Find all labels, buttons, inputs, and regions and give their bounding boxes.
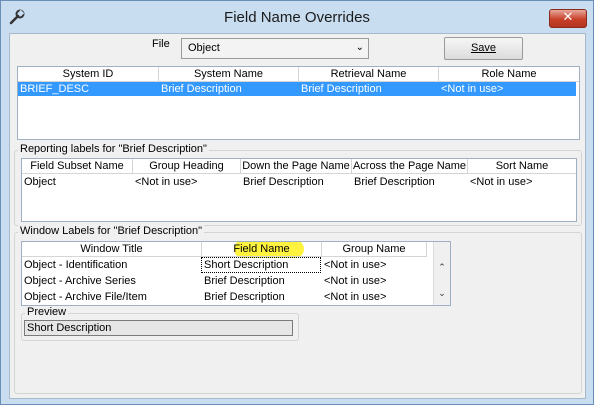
window-labels-group: Window Labels for "Brief Description" Wi… [14,225,582,394]
table-row[interactable]: BRIEF_DESC Brief Description Brief Descr… [18,82,576,96]
column-header-system-name[interactable]: System Name [159,67,299,82]
vertical-scrollbar[interactable]: ⌃ ⌄ [433,242,450,305]
save-button[interactable]: Save [444,37,523,60]
cell-window-title: Object - Archive File/Item [24,291,147,303]
reporting-labels-grid[interactable]: Field Subset Name Group Heading Down the… [21,158,577,222]
cell-retrieval-name: Brief Description [301,83,382,95]
scroll-up-icon[interactable]: ⌃ [434,262,450,273]
file-select[interactable]: Object ⌄ [181,38,369,59]
reporting-labels-group: Reporting labels for "Brief Description"… [14,143,582,226]
table-row[interactable]: Object - Identification Short Descriptio… [22,257,432,273]
cell-across-the-page: Brief Description [354,176,435,188]
save-button-label: Save [470,42,497,54]
cell-system-name: Brief Description [161,83,242,95]
column-header-group-name[interactable]: Group Name [322,242,427,257]
column-header-group-heading[interactable]: Group Heading [133,159,241,174]
table-row[interactable]: Object - Archive File/Item Brief Descrip… [22,290,432,304]
cell-field-name-editing[interactable]: Short Description [201,257,321,273]
table-row[interactable]: Object - Archive Series Brief Descriptio… [22,274,432,288]
column-header-sort-name[interactable]: Sort Name [468,159,576,174]
column-header-across-the-page[interactable]: Across the Page Name [352,159,468,174]
cell-window-title: Object - Archive Series [24,275,136,287]
dialog-client-area: File Object ⌄ Save System ID System Name… [9,33,586,399]
preview-field: Short Description [24,320,293,336]
window-labels-grid[interactable]: Window Title Field Name Group Name Objec… [21,241,451,306]
cell-group-heading: <Not in use> [135,176,198,188]
close-icon: ✕ [562,10,574,25]
cell-window-title: Object - Identification [24,259,128,271]
cell-sort-name: <Not in use> [470,176,533,188]
cell-field-subset: Object [24,176,56,188]
chevron-down-icon: ⌄ [355,42,364,53]
preview-label: Preview [25,306,69,318]
close-button[interactable]: ✕ [549,9,587,28]
window-labels-title: Window Labels for "Brief Description" [18,225,205,237]
column-header-retrieval-name[interactable]: Retrieval Name [299,67,439,82]
file-label: File [152,38,170,50]
preview-group: Preview Short Description [21,306,299,341]
cell-field-name: Brief Description [204,291,285,303]
table-row[interactable]: Object <Not in use> Brief Description Br… [22,175,576,189]
field-name-overrides-window: Field Name Overrides ✕ File Object ⌄ Sav… [0,0,594,405]
file-select-value: Object [188,42,220,54]
system-fields-grid[interactable]: System ID System Name Retrieval Name Rol… [17,66,580,140]
scroll-down-icon[interactable]: ⌄ [434,288,450,299]
cell-system-id: BRIEF_DESC [20,83,90,95]
column-header-down-the-page[interactable]: Down the Page Name [241,159,352,174]
window-title: Field Name Overrides [224,9,370,26]
column-header-role-name[interactable]: Role Name [439,67,579,82]
cell-role-name: <Not in use> [441,83,504,95]
reporting-labels-title: Reporting labels for "Brief Description" [18,143,209,155]
cell-group-name: <Not in use> [324,275,387,287]
column-header-system-id[interactable]: System ID [18,67,159,82]
column-header-field-subset[interactable]: Field Subset Name [22,159,133,174]
title-bar[interactable]: Field Name Overrides ✕ [1,1,593,33]
cell-group-name: <Not in use> [324,291,387,303]
cell-group-name: <Not in use> [324,259,387,271]
column-header-field-name[interactable]: Field Name [202,242,322,257]
column-header-window-title[interactable]: Window Title [22,242,202,257]
cell-down-the-page: Brief Description [243,176,324,188]
cell-field-name: Brief Description [204,275,285,287]
preview-value: Short Description [27,322,112,334]
